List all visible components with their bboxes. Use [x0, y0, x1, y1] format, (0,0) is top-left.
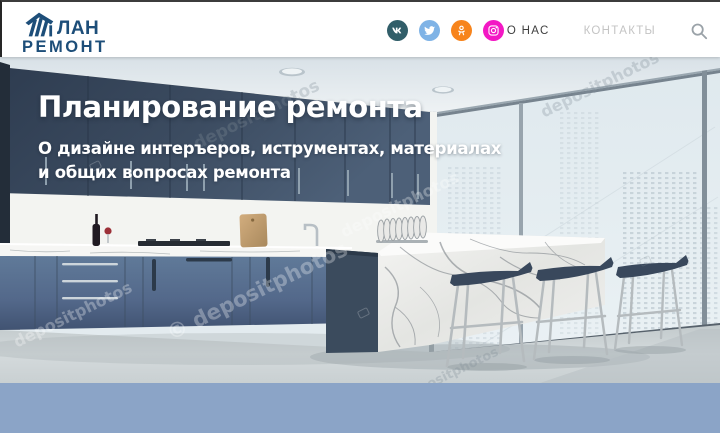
- site-header: ЛАН РЕМОНТ О НАС КОНТАКТЫ: [0, 0, 720, 57]
- logo-row: ЛАН: [22, 11, 108, 38]
- instagram-icon[interactable]: [483, 20, 504, 41]
- hero-banner: depositphotos depositphotos depositphoto…: [0, 57, 720, 383]
- logo-text-line1: ЛАН: [57, 18, 100, 39]
- vk-icon[interactable]: [387, 20, 408, 41]
- logo[interactable]: ЛАН РЕМОНТ: [22, 11, 108, 56]
- social-links: [387, 20, 504, 41]
- lower-cabinets: [0, 243, 352, 330]
- cutting-board: [239, 213, 268, 248]
- nav-about-link[interactable]: О НАС: [507, 25, 550, 37]
- hero-text-block: Планирование ремонта О дизайне интеръеро…: [38, 90, 501, 185]
- odnoklassniki-icon[interactable]: [451, 20, 472, 41]
- hero-subtitle: О дизайне интеръеров, иструментах, матер…: [38, 139, 502, 182]
- footer-band: [0, 383, 720, 433]
- search-icon[interactable]: [690, 22, 708, 40]
- page: ЛАН РЕМОНТ О НАС КОНТАКТЫ depositphotos …: [0, 0, 720, 433]
- wine-bottle: [92, 224, 100, 246]
- hero-title: Планирование ремонта: [38, 90, 423, 124]
- wine-glass: [104, 227, 112, 235]
- twitter-icon[interactable]: [419, 20, 440, 41]
- logo-text-line2: РЕМОНТ: [22, 38, 108, 56]
- nav-contacts-link[interactable]: КОНТАКТЫ: [584, 25, 656, 37]
- house-icon: [25, 12, 54, 37]
- main-nav: О НАС КОНТАКТЫ: [507, 2, 708, 59]
